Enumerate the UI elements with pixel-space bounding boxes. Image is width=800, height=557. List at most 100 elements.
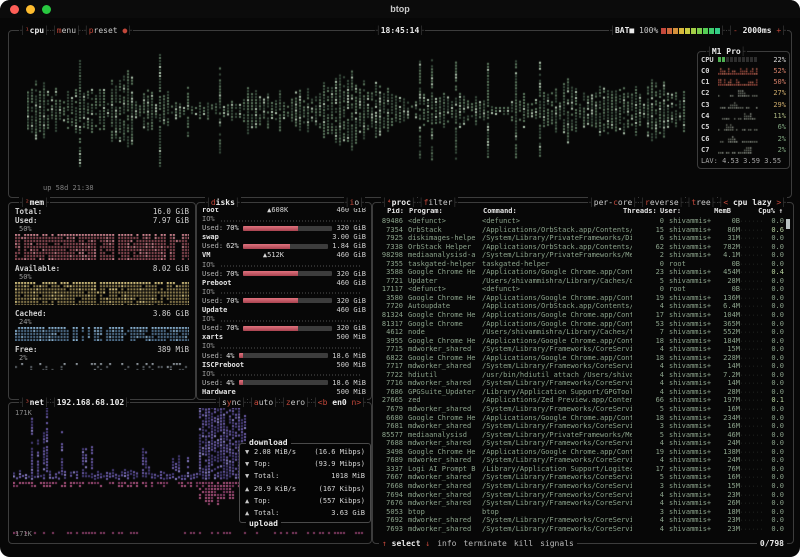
process-scrollbar[interactable]	[786, 219, 790, 229]
process-row[interactable]: 81317Google Chrome/Applications/Google C…	[376, 320, 784, 329]
process-row[interactable]: 7686GPGSuite_Updater/Library/Application…	[376, 388, 784, 397]
select-button[interactable]: select	[392, 539, 421, 548]
process-row[interactable]: 7667mdworker_shared/System/Library/Frame…	[376, 473, 784, 482]
process-command: /System/Library/Frameworks/CoreServi	[478, 405, 632, 414]
maximize-button[interactable]	[42, 5, 51, 14]
signals-button[interactable]: signals	[540, 539, 574, 548]
minimize-button[interactable]	[26, 5, 35, 14]
process-row[interactable]: 6680Google Chrome He/Applications/Google…	[376, 414, 784, 423]
process-row[interactable]: 5053btopbtop3shivammis+18M·······0.0	[376, 508, 784, 517]
process-row[interactable]: 3580Google Chrome He/Applications/Google…	[376, 294, 784, 303]
reverse-toggle[interactable]: reverse	[639, 197, 684, 208]
process-pid: 27665	[376, 396, 403, 405]
process-row[interactable]: 3337Logi AI Prompt B/Library/Application…	[376, 465, 784, 474]
process-row[interactable]: 7679mdworker_shared/System/Library/Frame…	[376, 405, 784, 414]
mem-cached-graph	[15, 327, 189, 341]
terminate-button[interactable]: terminate	[463, 539, 506, 548]
tab-disks[interactable]: disks	[205, 197, 241, 208]
process-pid: 7686	[376, 388, 403, 397]
process-row[interactable]: 7676mdworker_shared/System/Library/Frame…	[376, 499, 784, 508]
process-mem: 104M	[713, 311, 740, 320]
process-user: shivammis+	[664, 302, 713, 311]
sort-selector[interactable]: < cpu lazy >	[718, 197, 788, 208]
next-interface-button[interactable]: n>	[352, 397, 362, 408]
process-row[interactable]: 7692mdworker_shared/System/Library/Frame…	[376, 516, 784, 525]
process-row[interactable]: 7668mdworker_shared/System/Library/Frame…	[376, 482, 784, 491]
tab-net[interactable]: ³net	[19, 397, 50, 408]
select-down-icon[interactable]: ↓	[425, 539, 430, 548]
select-up-icon[interactable]: ↑	[382, 539, 387, 548]
process-row[interactable]: 7722hdiutil/usr/bin/hdiutil attach /User…	[376, 371, 784, 380]
process-row[interactable]: 7354OrbStack/Applications/OrbStack.app/C…	[376, 226, 784, 235]
disk-row[interactable]: xarts500 MiB	[202, 333, 366, 341]
header-user[interactable]: User:	[655, 207, 704, 215]
process-row[interactable]: 7717mdworker_shared/System/Library/Frame…	[376, 362, 784, 371]
process-row[interactable]: 4612node/Users/shivammishra/Library/Cach…	[376, 328, 784, 337]
sort-next-button[interactable]: >	[776, 197, 781, 208]
process-row[interactable]: 7694mdworker_shared/System/Library/Frame…	[376, 491, 784, 500]
header-threads[interactable]: Threads:	[623, 207, 655, 215]
net-sync-toggle[interactable]: sync	[216, 397, 247, 408]
process-cpu-graph: ·······	[740, 285, 764, 294]
process-row[interactable]: 6822Google Chrome He/Applications/Google…	[376, 354, 784, 363]
process-row[interactable]: 7355taskgated-helpertaskgated-helper0roo…	[376, 260, 784, 269]
process-row[interactable]: 98298mediaanalysisd-a/System/Library/Pri…	[376, 251, 784, 260]
disk-row[interactable]: ISCPreboot500 MiB	[202, 361, 366, 369]
disk-used-meter	[239, 380, 329, 385]
disk-row[interactable]: Preboot460 GiB	[202, 279, 366, 287]
info-button[interactable]: info	[437, 539, 456, 548]
process-command: /System/Library/Frameworks/CoreServi	[478, 525, 632, 534]
process-row[interactable]: 3498Google Chrome He/Applications/Google…	[376, 448, 784, 457]
tab-cpu[interactable]: ¹cpu	[19, 25, 50, 36]
close-button[interactable]	[10, 5, 19, 14]
tab-proc[interactable]: ⁴proc	[381, 197, 417, 208]
process-row[interactable]: 7925diskimages-helpe/System/Library/Priv…	[376, 234, 784, 243]
process-row[interactable]: 27665zed/Applications/Zed Preview.app/Co…	[376, 396, 784, 405]
process-cpu-graph: ·······	[740, 456, 764, 465]
process-row[interactable]: 7689mdworker_shared/System/Library/Frame…	[376, 456, 784, 465]
preset-button[interactable]: preset ●	[83, 25, 133, 36]
filter-button[interactable]: filter	[418, 197, 459, 208]
process-row[interactable]: 7715mdworker_shared/System/Library/Frame…	[376, 345, 784, 354]
tree-toggle[interactable]: tree	[686, 197, 717, 208]
header-program[interactable]: Program:	[404, 207, 479, 215]
interval-increase-button[interactable]: +	[776, 25, 781, 36]
header-memb[interactable]: MemB	[704, 207, 731, 215]
net-auto-toggle[interactable]: auto	[248, 397, 279, 408]
process-row[interactable]: 3955Google Chrome He/Applications/Google…	[376, 337, 784, 346]
header-pid[interactable]: Pid:	[377, 207, 404, 215]
net-interface-switcher[interactable]: <b en0 n>	[312, 397, 367, 408]
disk-row[interactable]: Update460 GiB	[202, 306, 366, 314]
header-command[interactable]: Command:	[479, 207, 623, 215]
process-row[interactable]: 7688mdworker_shared/System/Library/Frame…	[376, 439, 784, 448]
process-row[interactable]: 7681mdworker_shared/System/Library/Frame…	[376, 422, 784, 431]
sort-prev-button[interactable]: <	[723, 197, 728, 208]
menu-button[interactable]: menu	[51, 25, 82, 36]
process-row[interactable]: 17117<defunct><defunct>0root0B·······0.0	[376, 285, 784, 294]
process-row[interactable]: 7721Updater/Users/shivammishra/Library/C…	[376, 277, 784, 286]
process-row[interactable]: 7338OrbStack Helper/Applications/OrbStac…	[376, 243, 784, 252]
kill-button[interactable]: kill	[514, 539, 533, 548]
per-core-toggle[interactable]: per-core	[588, 197, 638, 208]
process-mem: 138M	[713, 448, 740, 457]
core-label: C6	[701, 135, 718, 143]
process-row[interactable]: 7693mdworker_shared/System/Library/Frame…	[376, 525, 784, 534]
tab-mem[interactable]: ²mem	[19, 197, 50, 208]
process-cpu: 0.0	[764, 439, 784, 448]
prev-interface-button[interactable]: <b	[318, 397, 328, 408]
process-row[interactable]: 85577mediaanalysisd/System/Library/Priva…	[376, 431, 784, 440]
header-cpu[interactable]: Cpu%	[755, 207, 775, 215]
cpu-meter-block	[754, 57, 757, 62]
tab-io[interactable]: io	[344, 197, 365, 208]
net-zero-toggle[interactable]: zero	[280, 397, 311, 408]
process-row[interactable]: 7716mdworker_shared/System/Library/Frame…	[376, 379, 784, 388]
process-row[interactable]: 81324Google Chrome He/Applications/Googl…	[376, 311, 784, 320]
disk-row[interactable]: swap3.00 GiB	[202, 233, 366, 241]
process-row[interactable]: 89486<defunct><defunct>0shivammis+0B····…	[376, 217, 784, 226]
interval-decrease-button[interactable]: -	[733, 25, 738, 36]
mem-stat-label: Available:	[15, 264, 60, 273]
disk-row[interactable]: VM▲512K460 GiB	[202, 251, 366, 259]
process-row[interactable]: 7720Autoupdate/Applications/OrbStack.app…	[376, 302, 784, 311]
disk-row[interactable]: Hardware500 MiB	[202, 388, 366, 396]
process-row[interactable]: 3588Google Chrome He/Applications/Google…	[376, 268, 784, 277]
